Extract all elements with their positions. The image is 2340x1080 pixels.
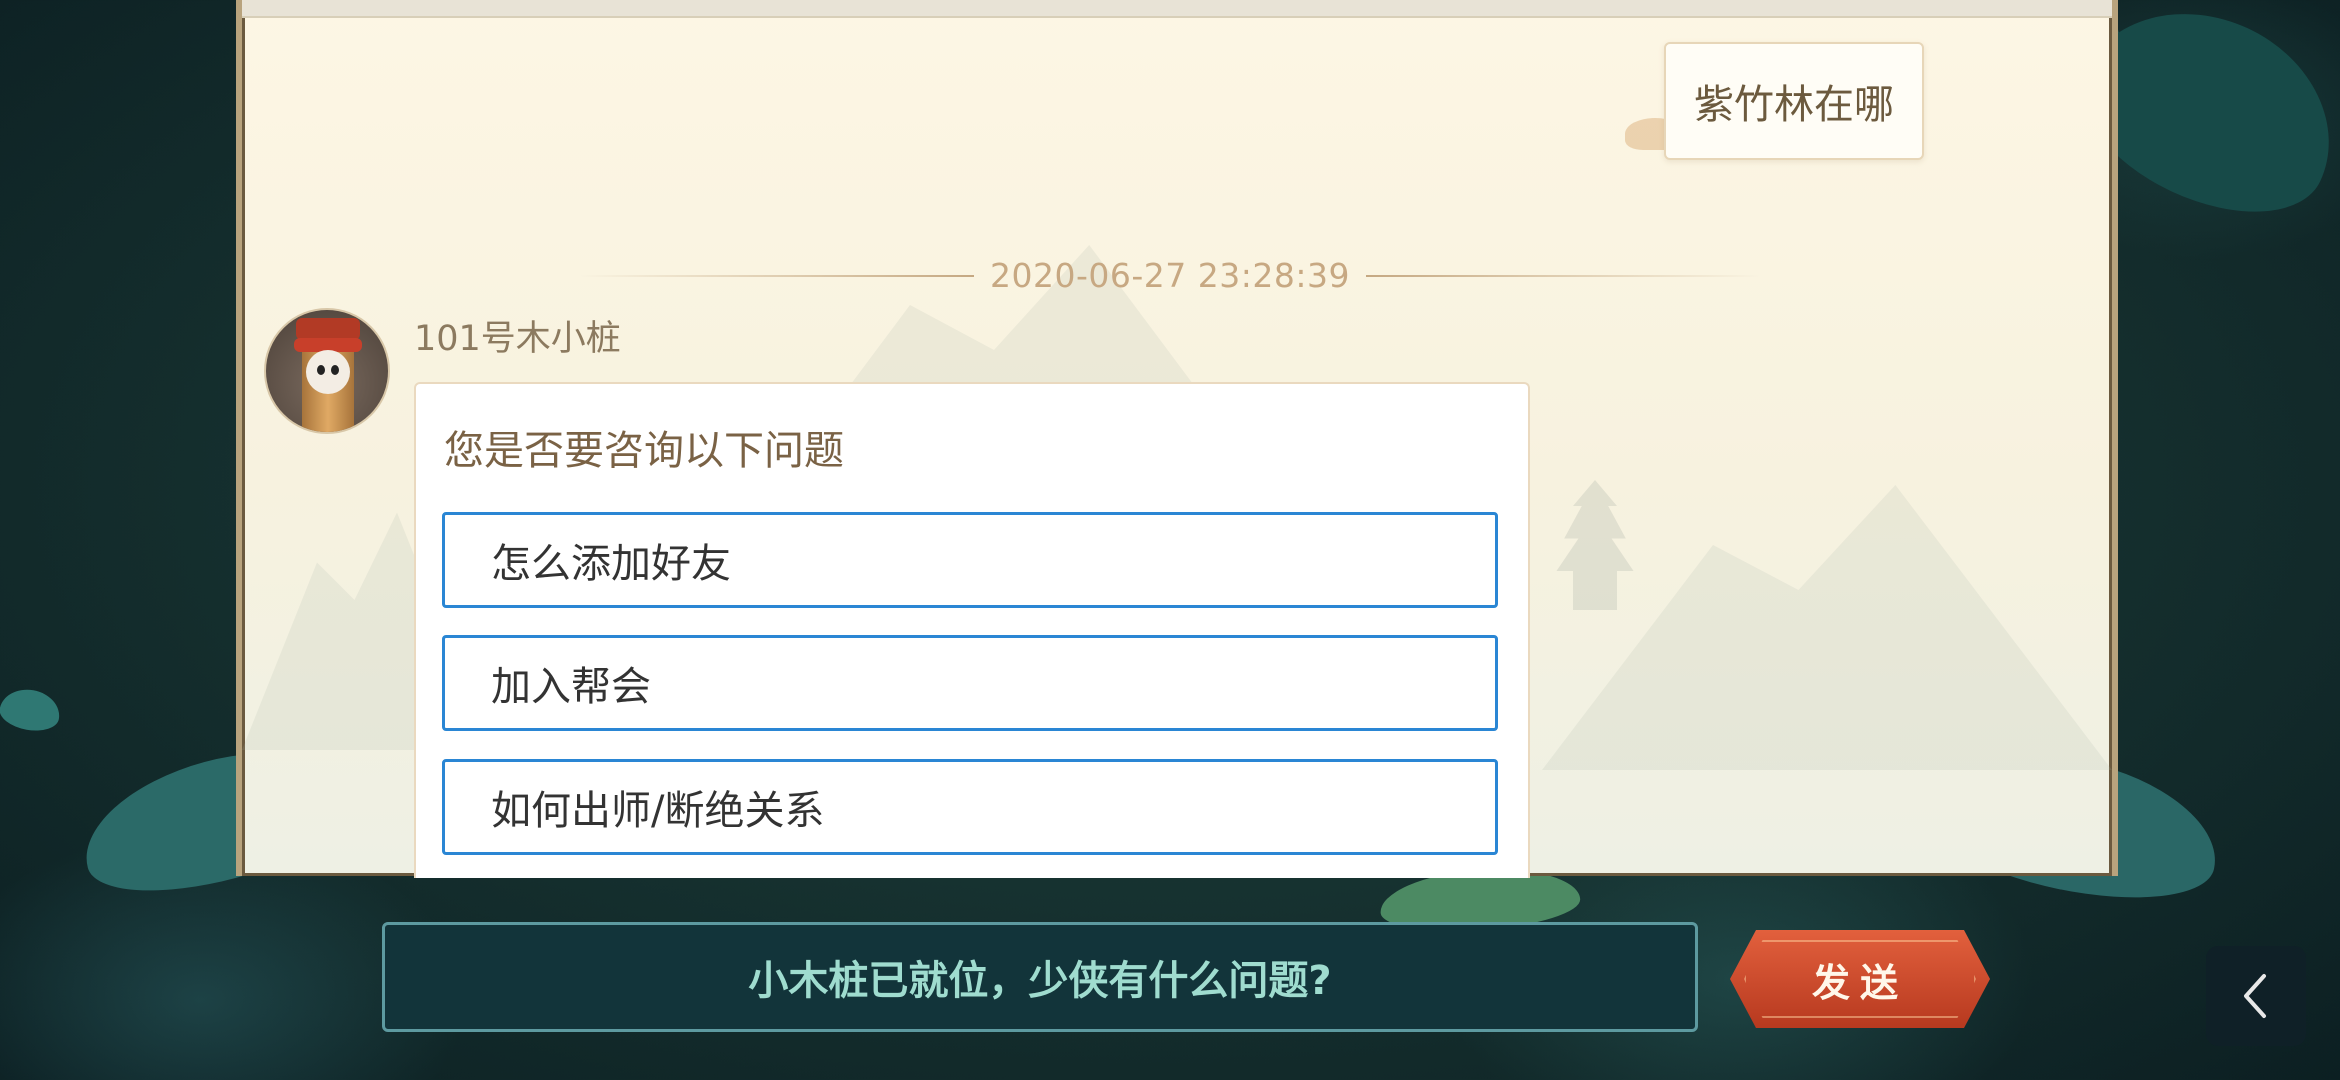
message-timestamp: 2020-06-27 23:28:39 xyxy=(990,256,1350,295)
timestamp-divider-right xyxy=(1366,275,1760,277)
option-label: 加入帮会 xyxy=(491,664,651,710)
chevron-left-icon xyxy=(2244,974,2266,1018)
chat-input-field[interactable]: 小木桩已就位，少侠有什么问题? xyxy=(382,922,1698,1032)
timestamp-divider-left xyxy=(580,275,974,277)
suggested-question-option[interactable]: 加入帮会 xyxy=(442,635,1498,731)
suggested-question-option[interactable]: 如何出师/断绝关系 xyxy=(442,759,1498,855)
panel-top-border xyxy=(242,0,2112,18)
send-button[interactable]: 发送 xyxy=(1730,930,1990,1028)
user-message-bubble: 紫竹林在哪 xyxy=(1664,42,1924,160)
bot-name: 101号木小桩 xyxy=(414,319,621,359)
bot-avatar xyxy=(264,308,390,434)
bot-message-card: 您是否要咨询以下问题 怎么添加好友 加入帮会 如何出师/断绝关系 xyxy=(414,382,1530,878)
user-message-text: 紫竹林在哪 xyxy=(1694,82,1894,128)
bot-question-text: 您是否要咨询以下问题 xyxy=(444,428,844,474)
suggested-question-option[interactable]: 怎么添加好友 xyxy=(442,512,1498,608)
input-placeholder-text: 小木桩已就位，少侠有什么问题? xyxy=(748,958,1332,1004)
back-button[interactable] xyxy=(2206,946,2306,1046)
option-label: 怎么添加好友 xyxy=(491,541,731,587)
mountain-decoration xyxy=(1542,485,2112,770)
option-label: 如何出师/断绝关系 xyxy=(491,788,825,834)
